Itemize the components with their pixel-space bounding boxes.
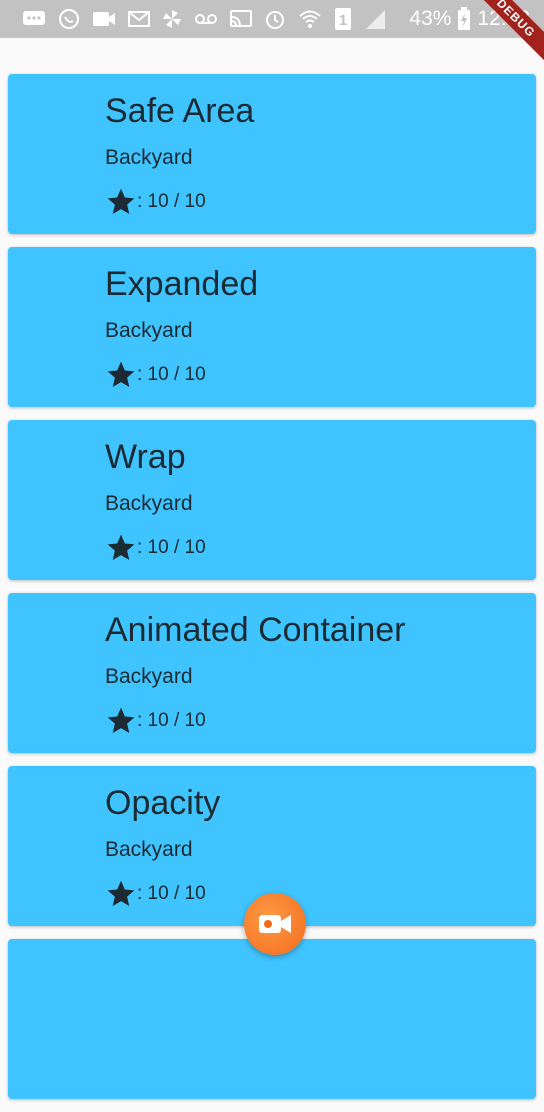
card-list[interactable]: Safe Area Backyard : 10 / 10 Expanded Ba… (8, 74, 536, 1112)
wifi-icon (299, 10, 321, 28)
card-title: Wrap (105, 438, 186, 476)
card-wrap[interactable]: Wrap Backyard : 10 / 10 (8, 420, 536, 580)
rating-text: : 10 / 10 (137, 364, 206, 385)
card-subtitle: Backyard (105, 146, 193, 169)
card-rating: : 10 / 10 (105, 359, 206, 391)
star-icon (107, 188, 135, 214)
notification-icons: 1 (22, 8, 386, 30)
signal-icon (366, 10, 385, 29)
battery-percent: 43% (409, 7, 452, 30)
card-expanded[interactable]: Expanded Backyard : 10 / 10 (8, 247, 536, 407)
sim-icon: 1 (335, 8, 351, 30)
card-rating: : 10 / 10 (105, 705, 206, 737)
star-icon (107, 361, 135, 387)
alarm-icon (266, 11, 284, 29)
star-icon (107, 880, 135, 906)
card-animated-container[interactable]: Animated Container Backyard : 10 / 10 (8, 593, 536, 753)
card-subtitle: Backyard (105, 319, 193, 342)
card-subtitle: Backyard (105, 665, 193, 688)
star-icon (107, 534, 135, 560)
card-title: Animated Container (105, 611, 406, 649)
card-title: Safe Area (105, 92, 255, 130)
status-bar: 1 43% 12:58 (0, 0, 544, 38)
rating-text: : 10 / 10 (137, 537, 206, 558)
rating-text: : 10 / 10 (137, 710, 206, 731)
card-subtitle: Backyard (105, 838, 193, 861)
card-subtitle: Backyard (105, 492, 193, 515)
card-rating: : 10 / 10 (105, 878, 206, 910)
card-partial[interactable] (8, 939, 536, 1099)
whatsapp-icon (59, 9, 79, 29)
card-title: Opacity (105, 784, 221, 822)
battery-charging-icon (458, 7, 471, 30)
record-video-button[interactable] (244, 893, 306, 955)
rating-text: : 10 / 10 (137, 191, 206, 212)
card-rating: : 10 / 10 (105, 532, 206, 564)
video-icon (93, 12, 115, 26)
cast-icon (230, 10, 252, 27)
video-camera-icon (259, 915, 291, 933)
rating-text: : 10 / 10 (137, 883, 206, 904)
messaging-icon (23, 11, 45, 25)
svg-text:1: 1 (339, 12, 347, 29)
star-icon (107, 707, 135, 733)
card-rating: : 10 / 10 (105, 186, 206, 218)
mail-icon (128, 11, 150, 27)
pinwheel-icon (163, 10, 181, 28)
card-safe-area[interactable]: Safe Area Backyard : 10 / 10 (8, 74, 536, 234)
voicemail-icon (195, 14, 217, 24)
card-title: Expanded (105, 265, 259, 303)
